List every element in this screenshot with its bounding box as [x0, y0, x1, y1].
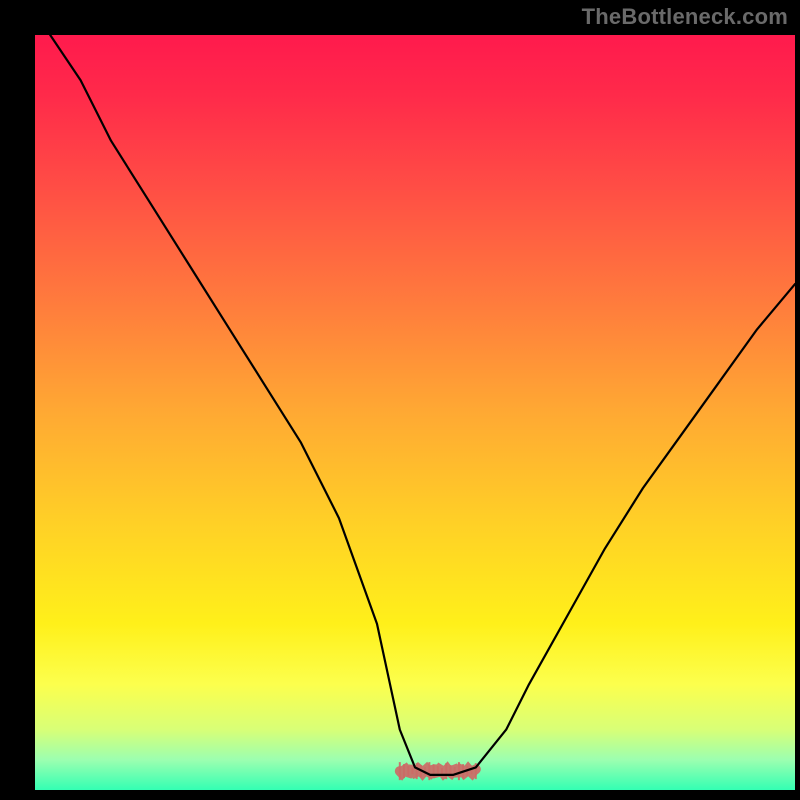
chart-container: TheBottleneck.com: [0, 0, 800, 800]
plot-area: [35, 35, 795, 790]
watermark-text: TheBottleneck.com: [582, 4, 788, 30]
bottleneck-chart: [0, 0, 800, 800]
